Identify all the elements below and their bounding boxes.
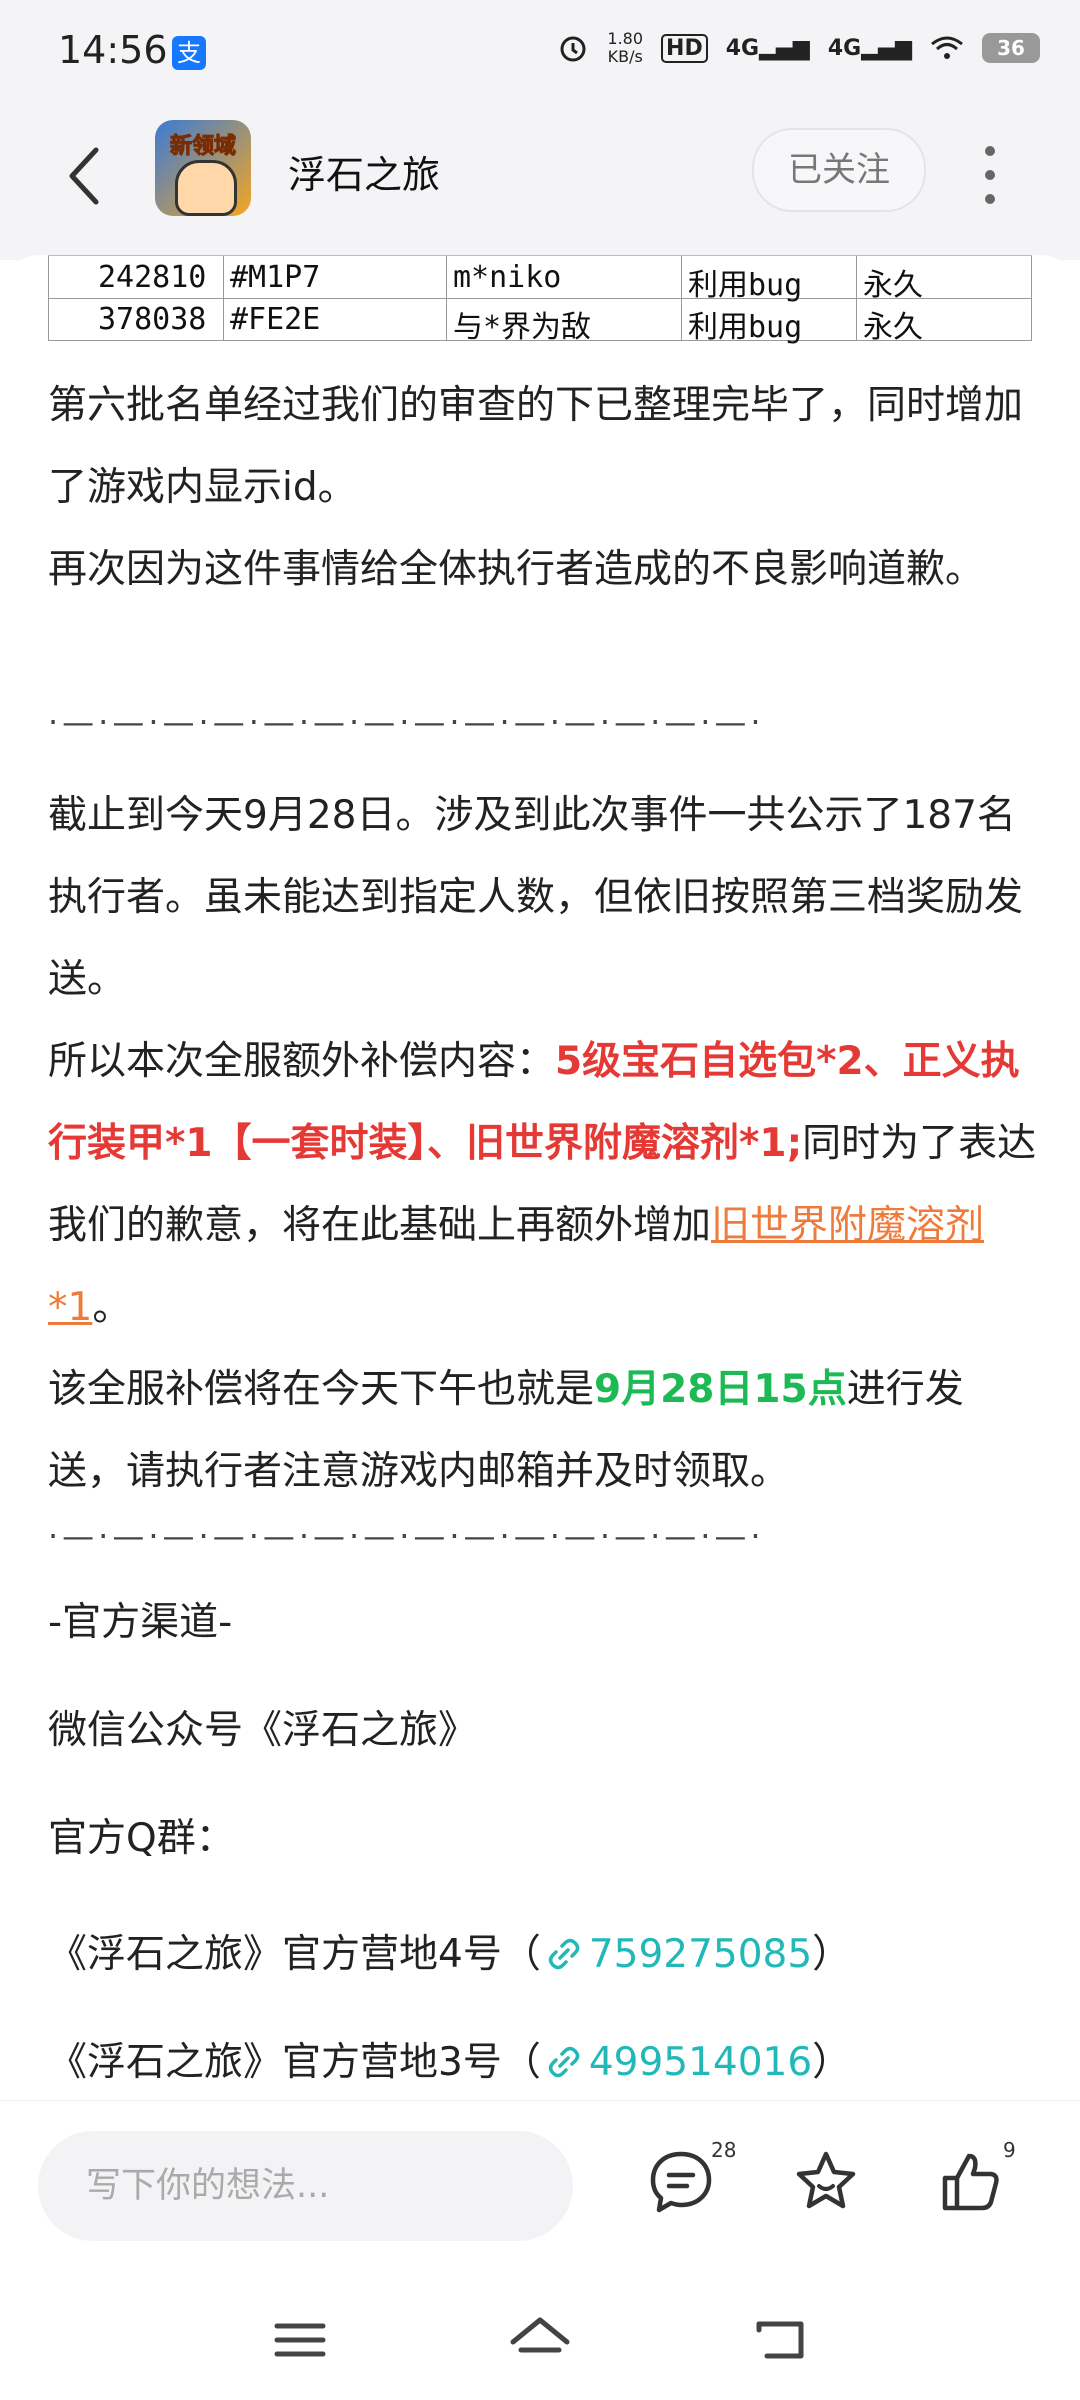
link-icon: [548, 2046, 580, 2078]
alipay-notification-icon: 支: [172, 36, 206, 70]
official-channels-heading: -官方渠道-: [48, 1600, 233, 1645]
wifi-icon: [931, 36, 963, 59]
table-divider: [223, 256, 224, 341]
qq-group-4: 《浮石之旅》官方营地4号（ 759275085）: [48, 1923, 851, 1979]
more-options-icon[interactable]: [980, 146, 1000, 206]
alarm-icon: [560, 36, 586, 62]
table-divider: [48, 256, 49, 341]
row-duration: 永久: [863, 310, 923, 345]
comment-icon: [650, 2151, 712, 2213]
net-speed: 1.80 KB/s: [607, 30, 643, 66]
table-divider: [681, 256, 682, 341]
star-icon: [796, 2151, 856, 2209]
row-name: m*niko: [453, 260, 562, 295]
send-time-highlight: 9月28日15点: [594, 1367, 847, 1412]
compensation-prefix: 所以本次全服额外补偿内容：: [48, 1039, 556, 1084]
article-content[interactable]: 242810 #M1P7 m*niko 利用bug 永久 378038 #FE2…: [0, 255, 1080, 2100]
table-row: 242810 #M1P7 m*niko 利用bug 永久: [48, 256, 1032, 303]
like-count: 9: [1003, 2138, 1016, 2162]
net-speed-unit: KB/s: [607, 47, 643, 66]
row-code: #M1P7: [230, 260, 321, 295]
table-divider: [446, 256, 447, 341]
comment-count: 28: [711, 2138, 737, 2162]
bottom-action-bar: 写下你的想法... 28 9: [0, 2100, 1080, 2271]
group4-suffix: ）: [812, 1932, 852, 1977]
back-nav-icon[interactable]: [745, 2310, 815, 2370]
send-time-prefix: 该全服补偿将在今天下午也就是: [48, 1367, 595, 1412]
table-divider: [856, 256, 857, 341]
paragraph-apology: 再次因为这件事情给全体执行者造成的不良影响道歉。: [48, 547, 985, 592]
hd-icon: HD: [661, 33, 708, 63]
group3-suffix: ）: [812, 2040, 852, 2085]
status-indicators: 1.80 KB/s HD 4G▂▄▆ 4G▂▄▆ 36: [557, 30, 1040, 66]
comment-input[interactable]: 写下你的想法...: [38, 2131, 573, 2241]
signal-2-icon: 4G▂▄▆: [827, 35, 912, 61]
net-speed-value: 1.80: [607, 29, 644, 48]
group3-prefix: 《浮石之旅》官方营地3号（: [48, 2040, 541, 2085]
qq-group-3: 《浮石之旅》官方营地3号（ 499514016）: [48, 2031, 851, 2087]
group4-prefix: 《浮石之旅》官方营地4号（: [48, 1932, 541, 1977]
compensation-end: 。: [92, 1285, 132, 1330]
status-time: 14:56: [58, 28, 168, 72]
battery-icon: 36: [982, 33, 1040, 63]
row-id: 378038: [98, 302, 207, 337]
paragraph-review-complete: 第六批名单经过我们的审查的下已整理完毕了，同时增加了游戏内显示id。: [48, 383, 1024, 510]
section-divider: ·—·—·—·—·—·—·—·—·—·—·—·—·—·—·: [48, 1517, 765, 1555]
back-arrow-icon[interactable]: [56, 136, 116, 216]
wechat-account: 微信公众号《浮石之旅》: [48, 1708, 478, 1753]
group4-number-link[interactable]: 759275085: [589, 1932, 812, 1977]
page-header: 新领域 浮石之旅 已关注: [0, 110, 1080, 260]
follow-button[interactable]: 已关注: [752, 128, 926, 212]
character-face: [175, 160, 237, 216]
game-app-icon[interactable]: 新领域: [155, 120, 251, 216]
paragraph-summary: 截止到今天9月28日。涉及到此次事件一共公示了187名执行者。虽未能达到指定人数…: [48, 793, 1024, 1002]
row-name: 与*界为敌: [453, 310, 592, 345]
signal-1-icon: 4G▂▄▆: [725, 35, 810, 61]
comment-button[interactable]: 28: [645, 2138, 736, 2226]
qq-group-heading: 官方Q群：: [48, 1816, 235, 1861]
row-reason: 利用bug: [688, 310, 803, 345]
system-nav-bar: [0, 2270, 1080, 2400]
row-code: #FE2E: [230, 302, 321, 337]
signal-2-label: 4G: [827, 35, 862, 61]
group3-number-link[interactable]: 499514016: [589, 2040, 812, 2085]
like-button[interactable]: 9: [935, 2138, 1016, 2226]
section-divider: ·—·—·—·—·—·—·—·—·—·—·—·—·—·—·: [48, 703, 765, 741]
status-bar: 14:56 支 1.80 KB/s HD 4G▂▄▆ 4G▂▄▆ 36: [0, 0, 1080, 110]
paragraph-send-time: 该全服补偿将在今天下午也就是9月28日15点进行发送，请执行者注意游戏内邮箱并及…: [48, 1349, 1038, 1513]
home-icon[interactable]: [505, 2310, 575, 2370]
row-id: 242810: [98, 260, 207, 295]
ban-list-table: 242810 #M1P7 m*niko 利用bug 永久 378038 #FE2…: [48, 255, 1032, 345]
table-divider: [1031, 256, 1032, 341]
thumbs-up-icon: [942, 2153, 999, 2211]
menu-icon[interactable]: [265, 2310, 335, 2370]
paragraph-compensation: 所以本次全服额外补偿内容：5级宝石自选包*2、正义执行装甲*1【一套时装】、旧世…: [48, 1021, 1038, 1349]
table-row: 378038 #FE2E 与*界为敌 利用bug 永久: [48, 298, 1032, 345]
page-title[interactable]: 浮石之旅: [288, 144, 440, 199]
favorite-button[interactable]: [790, 2146, 870, 2226]
signal-1-label: 4G: [725, 35, 760, 61]
link-icon: [548, 1938, 580, 1970]
app-icon-label: 新领域: [169, 134, 236, 160]
